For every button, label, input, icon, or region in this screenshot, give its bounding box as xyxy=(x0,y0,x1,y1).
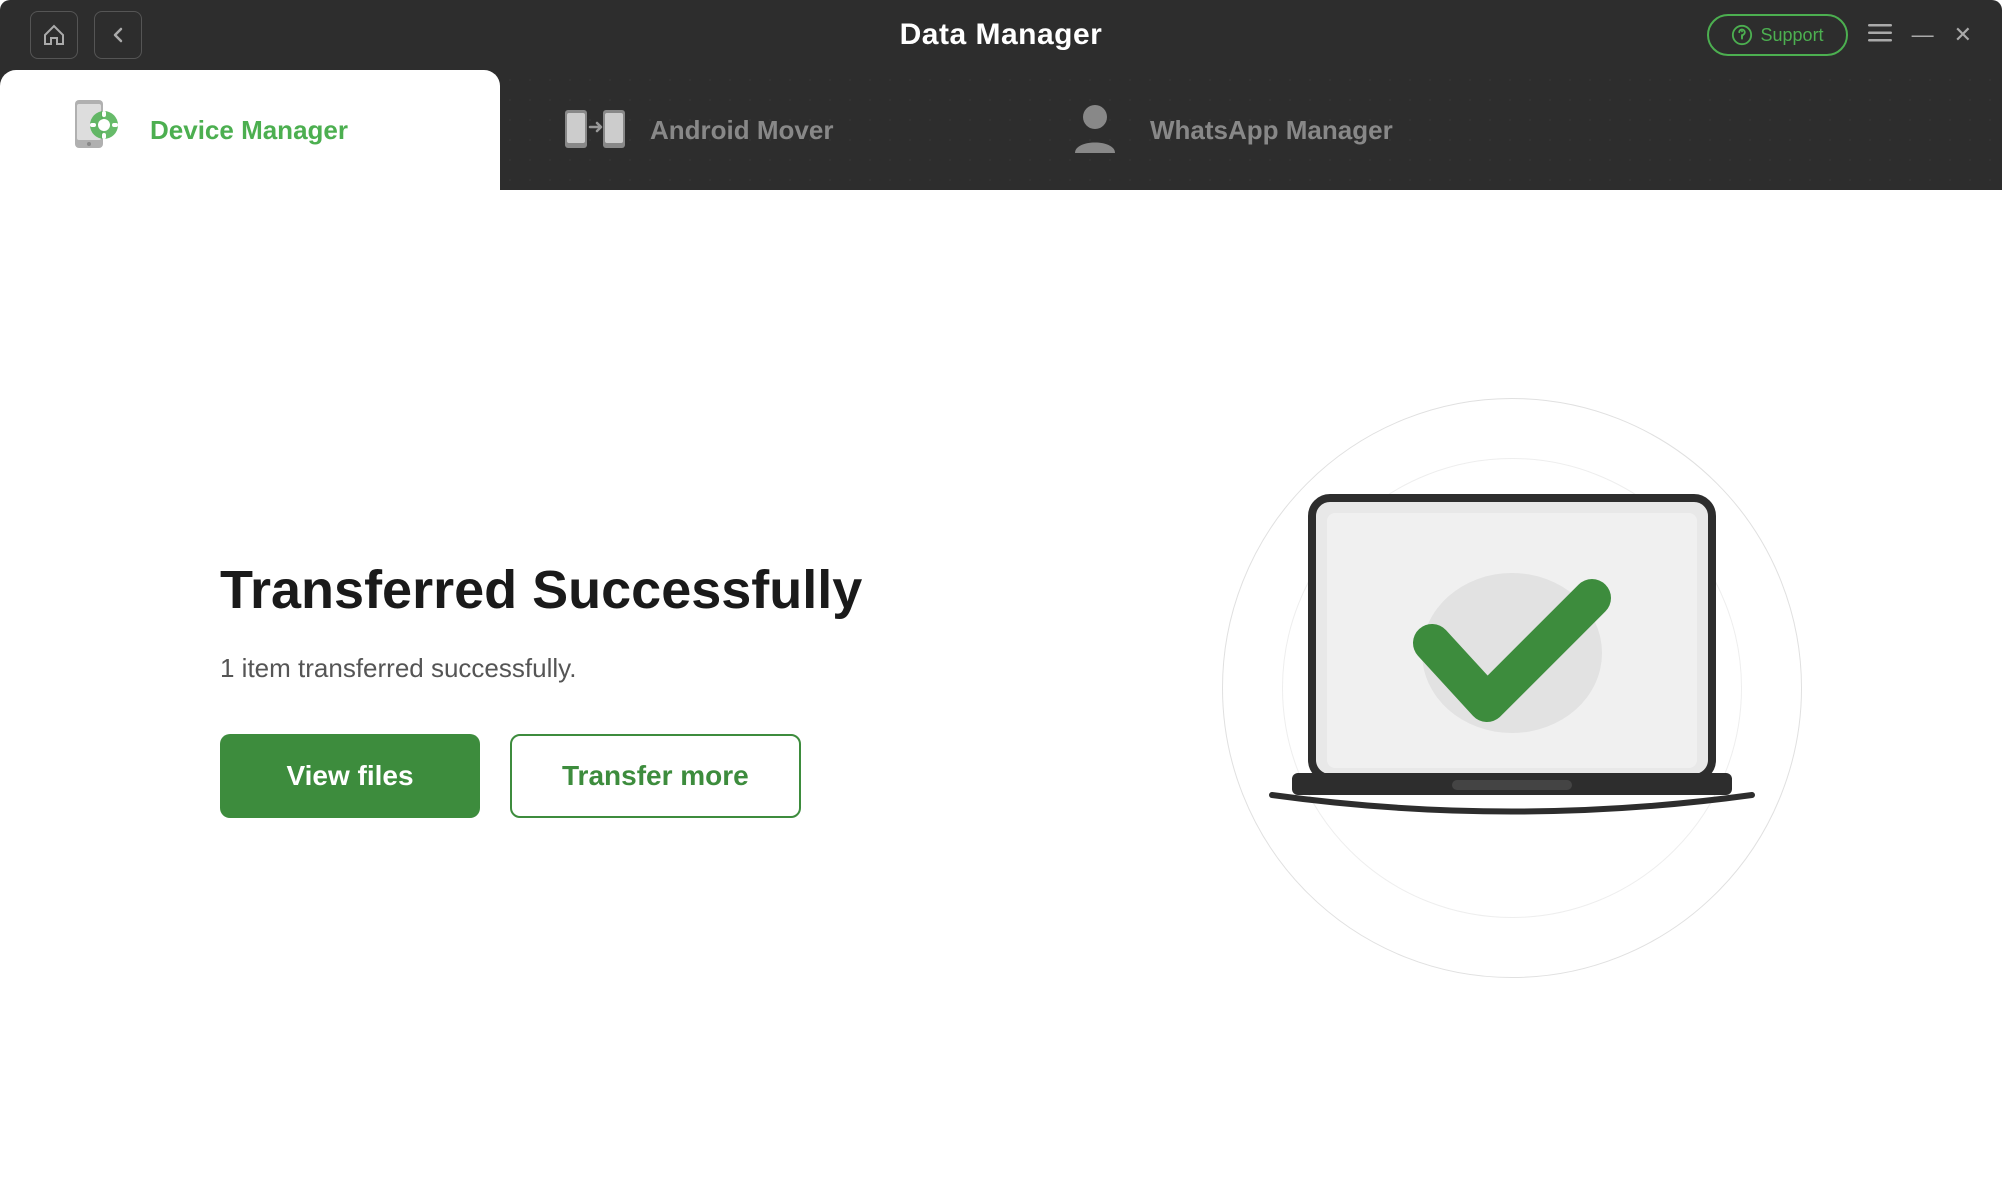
tab-device-manager-label: Device Manager xyxy=(150,115,348,146)
success-title: Transferred Successfully xyxy=(220,558,862,623)
app-title: Data Manager xyxy=(900,18,1103,52)
tab-whatsapp-manager[interactable]: WhatsApp Manager xyxy=(1000,70,1500,190)
tab-bar: Device Manager Android Mover WhatsApp xyxy=(0,70,2002,190)
whatsapp-manager-icon xyxy=(1060,95,1130,165)
window-controls: — ✕ xyxy=(1868,24,1972,46)
title-bar: Data Manager Support xyxy=(0,0,2002,70)
support-button[interactable]: Support xyxy=(1707,14,1848,56)
title-bar-right: Support — ✕ xyxy=(1707,14,1972,56)
tab-android-mover-label: Android Mover xyxy=(650,115,833,146)
tab-android-mover[interactable]: Android Mover xyxy=(500,70,1000,190)
transfer-more-button[interactable]: Transfer more xyxy=(510,734,801,818)
content-left: Transferred Successfully 1 item transfer… xyxy=(220,558,862,818)
support-label: Support xyxy=(1761,25,1824,46)
view-files-button[interactable]: View files xyxy=(220,734,480,818)
android-mover-icon xyxy=(560,95,630,165)
main-content: Transferred Successfully 1 item transfer… xyxy=(0,190,2002,1186)
title-bar-left xyxy=(30,11,142,59)
device-manager-icon xyxy=(60,95,130,165)
tab-device-manager[interactable]: Device Manager xyxy=(0,70,500,190)
success-illustration xyxy=(1162,388,1862,988)
app-window: Data Manager Support xyxy=(0,0,2002,1186)
minimize-button[interactable]: — xyxy=(1912,24,1934,46)
menu-button[interactable] xyxy=(1868,24,1892,46)
laptop-illustration xyxy=(1252,468,1772,908)
tab-whatsapp-manager-label: WhatsApp Manager xyxy=(1150,115,1393,146)
back-button[interactable] xyxy=(94,11,142,59)
close-button[interactable]: ✕ xyxy=(1954,24,1972,46)
success-subtitle: 1 item transferred successfully. xyxy=(220,653,862,684)
support-icon xyxy=(1731,24,1753,46)
action-buttons: View files Transfer more xyxy=(220,734,862,818)
home-button[interactable] xyxy=(30,11,78,59)
